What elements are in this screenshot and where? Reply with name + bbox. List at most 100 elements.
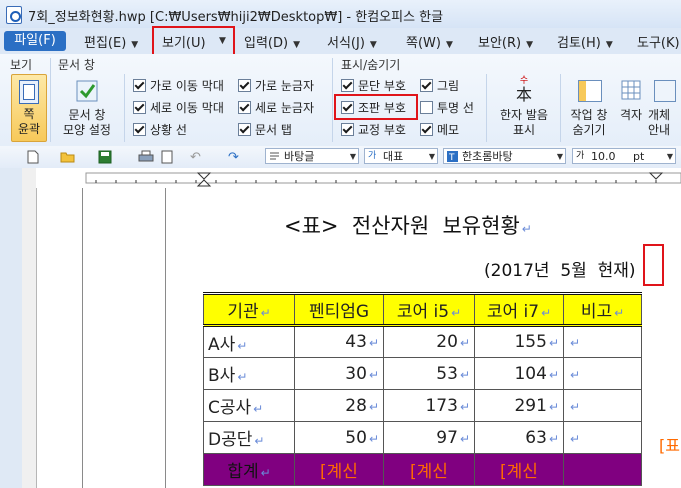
taskpane-icon <box>578 80 602 102</box>
table-row: A사 ↵ 43 ↵ 20 ↵ 155 ↵ ↵ <box>203 325 642 358</box>
style-select[interactable]: 바탕글 ▼ <box>265 148 359 164</box>
table-cell[interactable]: A사 ↵ <box>203 325 295 358</box>
checks-col2: 가로 눈금자 세로 눈금자 문서 탭 <box>238 78 314 138</box>
header-cell[interactable]: 코어 i5 ↵ <box>383 292 475 327</box>
hanja-reading-button[interactable]: 수 本 한자 발음 표시 <box>492 76 556 140</box>
subtitle-end-highlight <box>643 244 664 286</box>
table-cell[interactable]: 20 ↵ <box>383 325 475 358</box>
document-subtitle[interactable]: (2017년 5월 현재) <box>484 256 636 281</box>
format-mark-highlight <box>334 94 418 120</box>
menu-tools[interactable]: 도구(K) <box>637 32 680 51</box>
menu-format[interactable]: 서식(J) ▼ <box>327 32 377 51</box>
language-select[interactable]: 가 대표 ▼ <box>364 148 438 164</box>
group-label-display: 표시/숨기기 <box>341 58 401 72</box>
object-guide-label: 개체 안내 <box>648 108 671 137</box>
checks-col1: 가로 이동 막대 세로 이동 막대 상황 선 <box>133 78 224 138</box>
table-cell[interactable]: 50 ↵ <box>294 421 384 454</box>
check-memo[interactable]: 메모 <box>420 122 474 138</box>
chevron-down-icon: ▼ <box>293 40 300 50</box>
group-label-view: 보기 <box>10 58 33 72</box>
table-cell[interactable]: 43 ↵ <box>294 325 384 358</box>
check-paragraph-mark[interactable]: 문단 부호 <box>341 78 406 94</box>
check-statusline[interactable]: 상황 선 <box>133 122 224 138</box>
new-document-icon[interactable] <box>26 150 40 164</box>
font-select[interactable]: T 한초롬바탕 ▼ <box>443 148 566 164</box>
table-cell[interactable]: 97 ↵ <box>383 421 475 454</box>
object-icon <box>654 80 676 102</box>
page-outline-button[interactable]: 쪽 윤곽 <box>11 74 47 142</box>
table-cell[interactable]: 53 ↵ <box>383 357 475 390</box>
redo-icon[interactable]: ↷ <box>228 150 242 165</box>
table-cell[interactable]: C공사 ↵ <box>203 389 295 422</box>
print-preview-icon[interactable] <box>160 150 174 164</box>
page-body-line <box>165 188 166 488</box>
total-cell[interactable]: [계신 <box>474 453 564 486</box>
horizontal-ruler[interactable] <box>36 168 681 189</box>
total-cell[interactable]: [계신 <box>383 453 475 486</box>
header-cell[interactable]: 코어 i7 ↵ <box>474 292 564 327</box>
page-outline-label: 쪽 윤곽 <box>17 107 41 136</box>
view-menu-highlight <box>152 26 235 56</box>
table-cell[interactable]: 63 ↵ <box>474 421 564 454</box>
chevron-down-icon: ▼ <box>131 40 139 50</box>
open-folder-icon[interactable] <box>60 150 75 164</box>
table-cell[interactable]: B사 ↵ <box>203 357 295 390</box>
chevron-down-icon: ▼ <box>369 40 377 50</box>
table-cell[interactable]: ↵ <box>563 421 642 454</box>
header-cell[interactable]: 기관 ↵ <box>203 292 295 327</box>
title-bar: 7회_정보화현황.hwp [C:₩Users₩hiji2₩Desktop₩] -… <box>0 0 681 29</box>
menu-edit[interactable]: 편집(E) ▼ <box>84 32 139 51</box>
language-icon: 가 <box>368 151 377 161</box>
header-cell[interactable]: 펜티엄G <box>294 292 384 327</box>
table-cell[interactable]: 291 ↵ <box>474 389 564 422</box>
table-cell[interactable]: 173 ↵ <box>383 389 475 422</box>
table-row: D공단 ↵ 50 ↵ 97 ↵ 63 ↵ ↵ <box>203 421 642 454</box>
table-cell[interactable]: 155 ↵ <box>474 325 564 358</box>
table-cell[interactable]: ↵ <box>563 357 642 390</box>
chevron-down-icon: ▼ <box>526 40 534 50</box>
table-row: C공사 ↵ 28 ↵ 173 ↵ 291 ↵ ↵ <box>203 389 642 422</box>
chevron-down-icon: ▼ <box>605 40 613 50</box>
font-size-select[interactable]: 가 10.0 pt ▼ <box>572 148 676 164</box>
header-cell[interactable]: 비고 ↵ <box>563 292 642 327</box>
font-size-icon: 가 <box>576 151 585 161</box>
check-transparent-line[interactable]: 투명 선 <box>420 100 474 116</box>
save-icon[interactable] <box>98 150 112 164</box>
table-cell[interactable]: D공단 ↵ <box>203 421 295 454</box>
grid-button[interactable]: 격자 <box>614 76 648 140</box>
object-guide-button[interactable]: 개체 안내 <box>648 76 681 140</box>
check-picture[interactable]: 그림 <box>420 78 474 94</box>
table-cell[interactable]: 28 ↵ <box>294 389 384 422</box>
menu-review[interactable]: 검토(H) ▼ <box>557 32 613 51</box>
total-cell[interactable]: [계신 <box>294 453 384 486</box>
undo-icon[interactable]: ↶ <box>190 150 204 165</box>
check-proof-mark[interactable]: 교정 부호 <box>341 122 406 138</box>
table-cell[interactable]: ↵ <box>563 389 642 422</box>
window-title: 7회_정보화현황.hwp [C:₩Users₩hiji2₩Desktop₩] -… <box>28 10 444 25</box>
table-cell[interactable]: 30 ↵ <box>294 357 384 390</box>
svg-text:T: T <box>448 153 455 162</box>
grid-icon <box>621 80 641 100</box>
check-vscroll[interactable]: 세로 이동 막대 <box>133 100 224 116</box>
docwin-shape-button[interactable]: 문서 창 모양 설정 <box>56 76 118 138</box>
docwin-shape-label: 문서 창 모양 설정 <box>63 108 111 137</box>
table-total-row: 합계 ↵ [계신 [계신 [계신 <box>203 453 642 486</box>
file-menu-button[interactable]: 파일(F) <box>4 31 66 51</box>
taskpane-hide-button[interactable]: 작업 창 숨기기 <box>564 76 614 140</box>
menu-page[interactable]: 쪽(W) ▼ <box>406 32 453 51</box>
check-hscroll[interactable]: 가로 이동 막대 <box>133 78 224 94</box>
table-cell[interactable]: 104 ↵ <box>474 357 564 390</box>
vertical-ruler[interactable] <box>22 168 37 488</box>
hanja-reading-label: 한자 발음 표시 <box>500 108 548 137</box>
check-hruler[interactable]: 가로 눈금자 <box>238 78 314 94</box>
check-vruler[interactable]: 세로 눈금자 <box>238 100 314 116</box>
menu-insert[interactable]: 입력(D) ▼ <box>244 32 300 51</box>
print-icon[interactable] <box>138 150 154 164</box>
total-cell[interactable] <box>563 453 642 486</box>
document-title[interactable]: <표> 전산자원 보유현황 ↵ <box>284 210 532 240</box>
total-label-cell[interactable]: 합계 ↵ <box>203 453 295 486</box>
menu-security[interactable]: 보안(R) ▼ <box>478 32 534 51</box>
hwp-app-icon <box>6 6 22 24</box>
check-doctab[interactable]: 문서 탭 <box>238 122 314 138</box>
table-cell[interactable]: ↵ <box>563 325 642 358</box>
